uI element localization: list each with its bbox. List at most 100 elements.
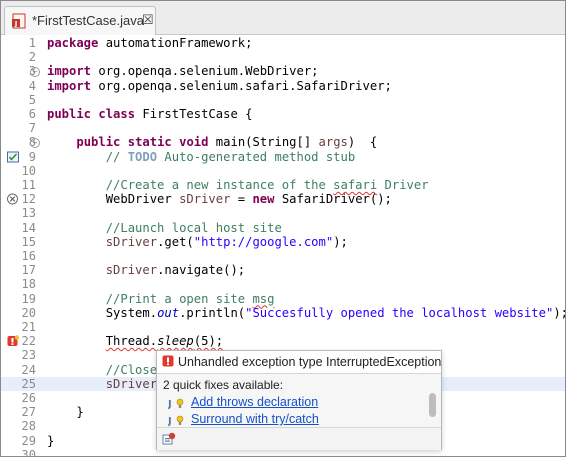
fold-toggle-icon[interactable]: − — [30, 138, 40, 149]
editor-window: J *FirstTestCase.java ☒ 1 package automat… — [0, 0, 566, 457]
quick-fix-surround-try[interactable]: J Surround with try/catch — [168, 412, 418, 428]
surround-try-catch-link[interactable]: Surround with try/catch — [191, 412, 319, 426]
code-line[interactable]: 13 — [1, 206, 565, 220]
code-token: (5); — [193, 334, 224, 349]
configure-problem-severity-icon[interactable] — [162, 432, 176, 445]
error-icon — [162, 355, 174, 367]
java-file-icon: J — [12, 13, 26, 29]
code-token: safari — [333, 178, 378, 192]
quick-fix-icon: J — [168, 398, 184, 410]
code-line[interactable]: 6 public class FirstTestCase { — [1, 107, 565, 121]
code-line[interactable]: 8− public static void main(String[] args… — [1, 135, 565, 149]
line-number: 10 — [21, 163, 36, 178]
line-number: 20 — [21, 305, 36, 320]
line-number: 25 — [21, 376, 36, 391]
code-text: System.out.println("Succesfully opened t… — [47, 305, 565, 320]
line-number: 7 — [28, 121, 36, 136]
code-token: org.openqa.selenium.safari.SafariDriver; — [91, 78, 392, 93]
code-line[interactable]: 5 — [1, 93, 565, 107]
code-line[interactable]: 3− import org.openqa.selenium.WebDriver; — [1, 64, 565, 78]
quick-fix-icon: J — [168, 415, 184, 427]
code-token: msg — [252, 291, 275, 306]
code-line[interactable]: 4 import org.openqa.selenium.safari.Safar… — [1, 79, 565, 93]
code-line[interactable]: 10 — [1, 164, 565, 178]
line-number: 15 — [21, 234, 36, 249]
code-text: package automationFramework; — [47, 36, 252, 50]
code-line[interactable]: 11 //Create a new instance of the safari… — [1, 178, 565, 192]
code-line[interactable]: 21 — [1, 320, 565, 334]
code-token: import — [47, 64, 92, 79]
code-text: WebDriver sDriver = new SafariDriver(); — [47, 192, 392, 206]
line-number: 27 — [21, 405, 36, 420]
line-number: 16 — [21, 249, 36, 263]
task-icon[interactable] — [6, 151, 20, 163]
code-token: package — [47, 36, 99, 50]
code-line[interactable]: 14 //Launch local host site — [1, 221, 565, 235]
svg-text:J: J — [168, 399, 172, 410]
quick-fix-subtitle: 2 quick fixes available: — [163, 378, 284, 392]
code-text: import org.openqa.selenium.safari.Safari… — [47, 79, 392, 93]
code-line[interactable]: 9 // TODO Auto-generated method stub — [1, 150, 565, 164]
line-number: 13 — [21, 206, 36, 221]
line-number: 5 — [28, 92, 36, 107]
code-text: } — [47, 434, 54, 448]
svg-text:J: J — [168, 416, 172, 427]
line-number: 6 — [28, 107, 36, 121]
code-text: sDriver — [47, 377, 157, 391]
line-number: 19 — [21, 291, 36, 306]
add-throws-link[interactable]: Add throws declaration — [191, 395, 318, 409]
line-number: 14 — [21, 220, 36, 235]
line-number: 17 — [21, 263, 36, 278]
code-line[interactable]: 17 sDriver.navigate(); — [1, 263, 565, 277]
code-token: } — [47, 433, 55, 448]
warning-icon[interactable] — [6, 193, 20, 205]
code-token: sleep — [157, 334, 194, 349]
code-token: new — [252, 192, 275, 207]
code-token: out — [157, 305, 180, 320]
fold-toggle-icon[interactable]: − — [30, 67, 40, 78]
line-number: 30 — [21, 447, 36, 457]
line-number: 1 — [28, 36, 36, 50]
code-token: Auto-generated method stub — [157, 149, 356, 164]
code-text: public static void main(String[] args) { — [47, 135, 377, 149]
code-token: //Create a new instance of the — [47, 178, 334, 192]
code-token: void — [179, 135, 209, 150]
code-token: = — [230, 192, 253, 207]
quick-fix-add-throws[interactable]: J Add throws declaration — [168, 395, 418, 411]
code-token: automationFramework; — [98, 36, 253, 50]
code-token: main(String[] — [208, 135, 319, 150]
code-token: sDriver — [105, 234, 158, 249]
line-number: 18 — [21, 277, 36, 292]
quick-fix-scrollbar[interactable] — [429, 393, 436, 417]
editor-tab[interactable]: J *FirstTestCase.java ☒ — [4, 6, 156, 35]
code-text: public class FirstTestCase { — [47, 107, 252, 121]
code-token: Driver — [377, 178, 429, 192]
line-number: 26 — [21, 391, 36, 405]
line-number: 4 — [28, 78, 36, 93]
code-line[interactable]: 15 sDriver.get("http://google.com"); — [1, 235, 565, 249]
code-line[interactable]: 22 Thread.sleep(5); — [1, 334, 565, 348]
error-icon[interactable] — [6, 335, 20, 347]
line-number: 28 — [21, 419, 36, 434]
code-line[interactable]: 7 — [1, 121, 565, 135]
code-line[interactable]: 12 WebDriver sDriver = new SafariDriver(… — [1, 192, 565, 206]
code-token: sDriver — [105, 263, 158, 278]
line-number: 21 — [21, 320, 36, 334]
code-text: sDriver.get("http://google.com"); — [47, 235, 348, 249]
code-line[interactable]: 2 — [1, 50, 565, 64]
code-line[interactable]: 1 package automationFramework; — [1, 36, 565, 50]
close-icon[interactable]: ☒ — [142, 13, 154, 27]
code-line[interactable]: 18 — [1, 277, 565, 291]
code-token: //Close — [47, 362, 158, 377]
code-text: //Close — [47, 363, 157, 377]
quick-fix-header: Unhandled exception type InterruptedExce… — [157, 351, 441, 374]
code-token: System. — [47, 305, 158, 320]
code-line[interactable]: 20 System.out.println("Succesfully opene… — [1, 306, 565, 320]
code-token: public — [76, 135, 121, 150]
code-line[interactable]: 16 — [1, 249, 565, 263]
code-line[interactable]: 19 //Print a open site msg — [1, 292, 565, 306]
code-token: sDriver — [105, 376, 158, 391]
